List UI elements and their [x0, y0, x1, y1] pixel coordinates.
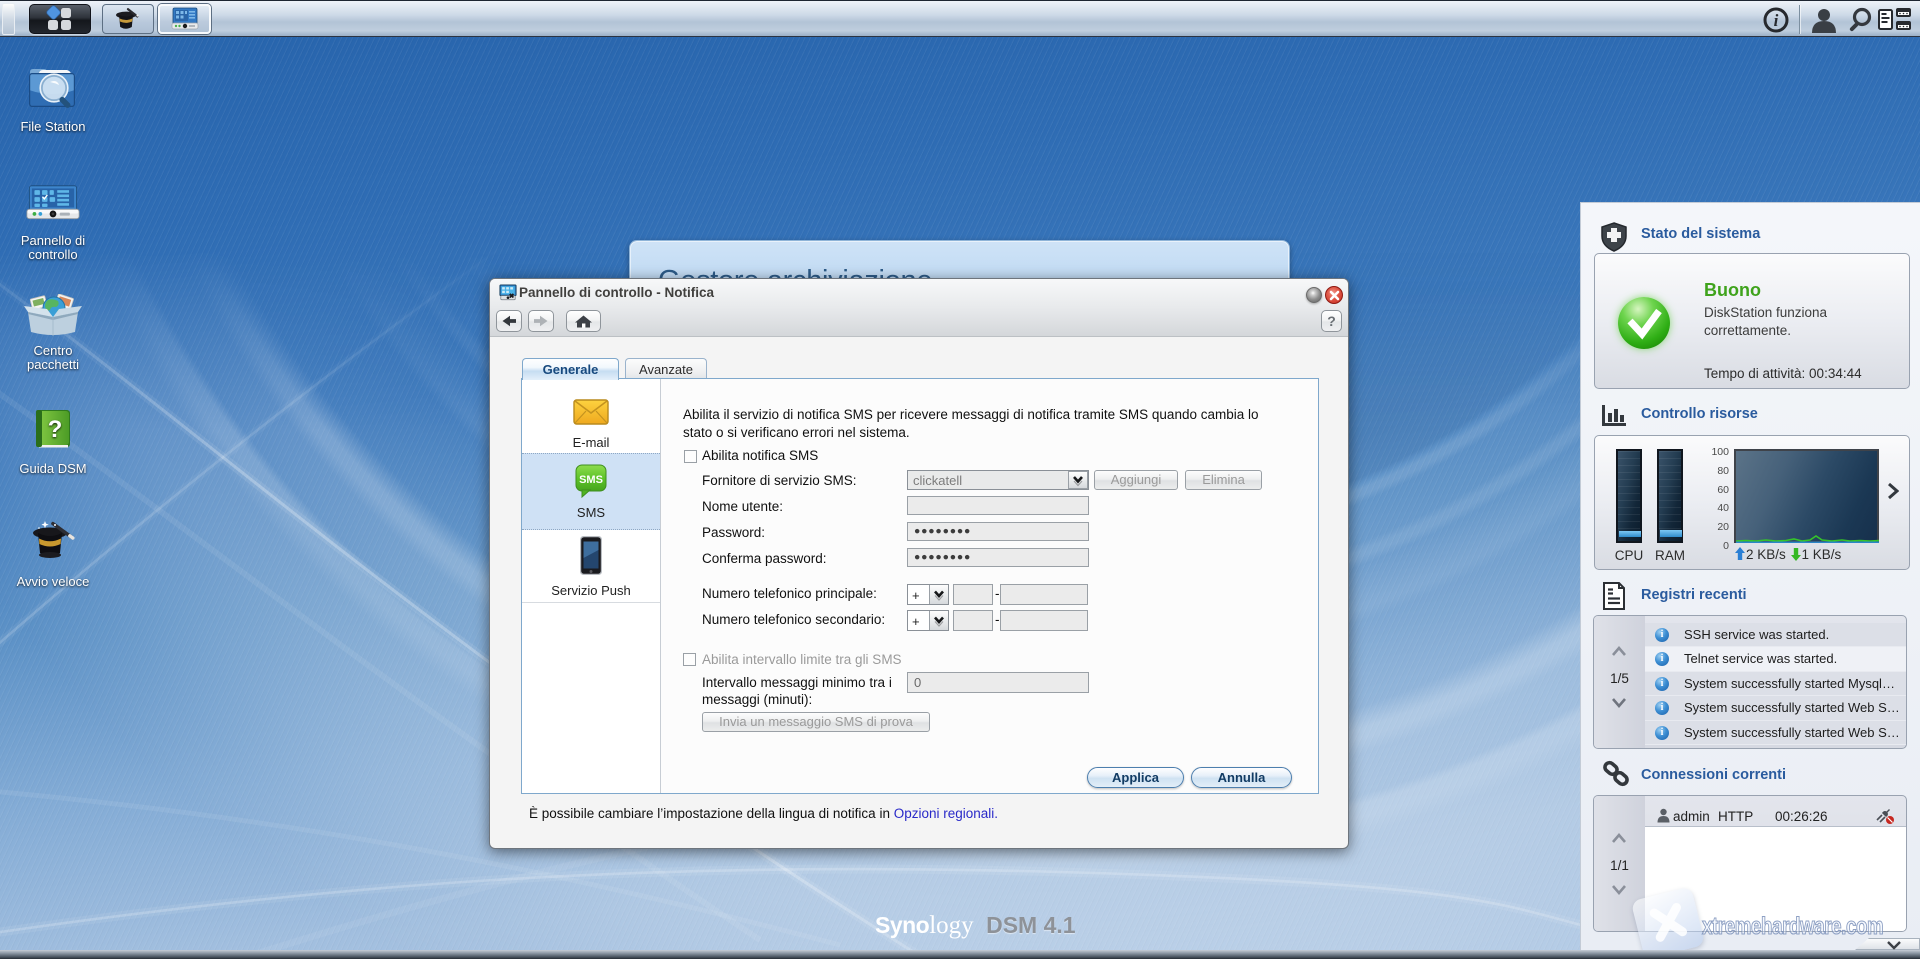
svg-text:i: i — [1774, 11, 1779, 30]
svg-text:?: ? — [48, 416, 63, 443]
svg-text:SMS: SMS — [579, 474, 603, 486]
